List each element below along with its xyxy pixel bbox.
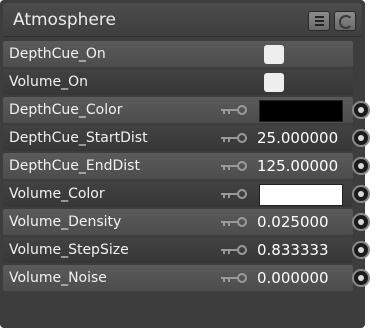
depthcue-startdist-value[interactable]: 25.000000	[257, 125, 338, 151]
param-label: Volume_Density	[9, 214, 122, 230]
atmosphere-panel: Atmosphere DepthCue_On Volume_On DepthCu…	[0, 0, 370, 328]
param-row-volume-on: Volume_On	[3, 69, 362, 95]
param-row-volume-density: Volume_Density 0.025000	[3, 209, 370, 235]
param-label: DepthCue_EndDist	[9, 158, 140, 174]
link-key-icon[interactable]	[221, 245, 247, 255]
param-row-volume-noise: Volume_Noise 0.000000	[3, 265, 370, 291]
depthcue-on-toggle[interactable]	[264, 45, 284, 64]
panel-title: Atmosphere	[13, 10, 116, 30]
param-label: Volume_Color	[9, 186, 105, 202]
volume-density-value[interactable]: 0.025000	[257, 209, 329, 235]
param-label: Volume_StepSize	[9, 242, 129, 258]
param-row-volume-color: Volume_Color	[3, 181, 370, 207]
param-row-depthcue-startdist: DepthCue_StartDist 25.000000	[3, 125, 370, 151]
volume-color-swatch[interactable]	[259, 184, 343, 206]
param-label: Volume_Noise	[9, 270, 107, 286]
param-row-depthcue-on: DepthCue_On	[3, 41, 362, 67]
volume-on-toggle[interactable]	[264, 73, 284, 92]
panel-titlebar: Atmosphere	[3, 3, 362, 37]
link-key-icon[interactable]	[221, 133, 247, 143]
param-label: Volume_On	[9, 74, 88, 90]
connect-dial-icon[interactable]	[352, 213, 370, 231]
volume-stepsize-value[interactable]: 0.833333	[257, 237, 329, 263]
connect-dial-icon[interactable]	[352, 241, 370, 259]
volume-noise-value[interactable]: 0.000000	[257, 265, 329, 291]
param-label: DepthCue_StartDist	[9, 130, 148, 146]
param-row-depthcue-enddist: DepthCue_EndDist 125.00000	[3, 153, 370, 179]
connect-dial-icon[interactable]	[352, 101, 370, 119]
connect-dial-icon[interactable]	[352, 185, 370, 203]
connect-dial-icon[interactable]	[352, 269, 370, 287]
panel-menu-button[interactable]	[308, 11, 330, 31]
link-key-icon[interactable]	[221, 217, 247, 227]
param-label: DepthCue_Color	[9, 102, 123, 118]
refresh-button[interactable]	[334, 11, 356, 31]
link-key-icon[interactable]	[221, 161, 247, 171]
link-key-icon[interactable]	[221, 105, 247, 115]
param-row-depthcue-color: DepthCue_Color	[3, 97, 370, 123]
refresh-icon	[339, 15, 353, 29]
link-key-icon[interactable]	[221, 189, 247, 199]
menu-lines-icon	[315, 16, 324, 26]
link-key-icon[interactable]	[221, 273, 247, 283]
param-label: DepthCue_On	[9, 46, 106, 62]
connect-dial-icon[interactable]	[352, 157, 370, 175]
depthcue-color-swatch[interactable]	[259, 100, 343, 122]
connect-dial-icon[interactable]	[352, 129, 370, 147]
param-row-volume-stepsize: Volume_StepSize 0.833333	[3, 237, 370, 263]
depthcue-enddist-value[interactable]: 125.00000	[257, 153, 338, 179]
parameter-list: DepthCue_On Volume_On DepthCue_Color Dep…	[3, 41, 370, 291]
